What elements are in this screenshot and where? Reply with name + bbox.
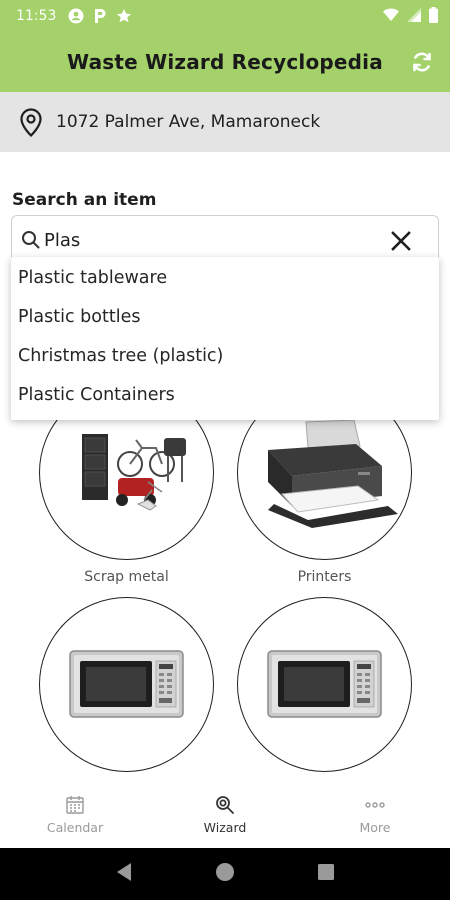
app-title: Waste Wizard Recyclopedia — [67, 50, 383, 74]
battery-icon — [429, 6, 438, 26]
calendar-icon — [64, 794, 86, 816]
nav-label: Calendar — [46, 820, 104, 835]
suggestion-dropdown: Plastic tableware Plastic bottles Christ… — [11, 257, 439, 420]
item-microwave[interactable] — [39, 597, 214, 772]
item-microwave[interactable] — [237, 597, 412, 772]
system-nav-bar — [0, 848, 450, 900]
suggestion-item[interactable]: Plastic bottles — [11, 298, 439, 337]
star-icon — [116, 8, 132, 24]
wifi-icon — [383, 8, 399, 25]
search-value[interactable]: Plas — [44, 230, 80, 251]
nav-item-wizard[interactable]: Wizard — [150, 782, 300, 848]
status-bar: 11:53 — [0, 0, 450, 32]
app-bar: Waste Wizard Recyclopedia — [0, 32, 450, 92]
back-icon[interactable] — [115, 862, 133, 887]
suggestion-item[interactable]: Plastic tableware — [11, 259, 439, 298]
refresh-icon[interactable] — [408, 48, 436, 76]
cellular-icon — [407, 7, 421, 25]
item-caption: Printers — [297, 569, 352, 585]
nav-item-calendar[interactable]: Calendar — [0, 782, 150, 848]
search-icon — [20, 229, 42, 251]
close-icon[interactable] — [388, 228, 414, 254]
location-bar[interactable]: 1072 Palmer Ave, Mamaroneck — [0, 92, 450, 152]
nav-item-more[interactable]: More — [300, 782, 450, 848]
location-pin-icon — [18, 107, 44, 138]
microwave-image — [69, 650, 184, 718]
item-caption: Scrap metal — [84, 569, 169, 585]
microwave-image — [267, 650, 382, 718]
suggestion-item[interactable]: Plastic Containers — [11, 376, 439, 415]
nav-label: Wizard — [203, 820, 247, 835]
wizard-search-icon — [214, 794, 236, 816]
bottom-nav: Calendar Wizard More — [0, 782, 450, 848]
more-icon — [364, 794, 386, 816]
status-time: 11:53 — [16, 8, 57, 24]
recents-icon[interactable] — [317, 863, 335, 886]
home-icon[interactable] — [214, 861, 236, 888]
parking-icon — [92, 8, 108, 24]
account-circle-icon — [68, 8, 84, 24]
location-address: 1072 Palmer Ave, Mamaroneck — [56, 112, 321, 132]
search-label: Search an item — [12, 190, 157, 210]
suggestion-item[interactable]: Christmas tree (plastic) — [11, 337, 439, 376]
nav-label: More — [359, 820, 391, 835]
